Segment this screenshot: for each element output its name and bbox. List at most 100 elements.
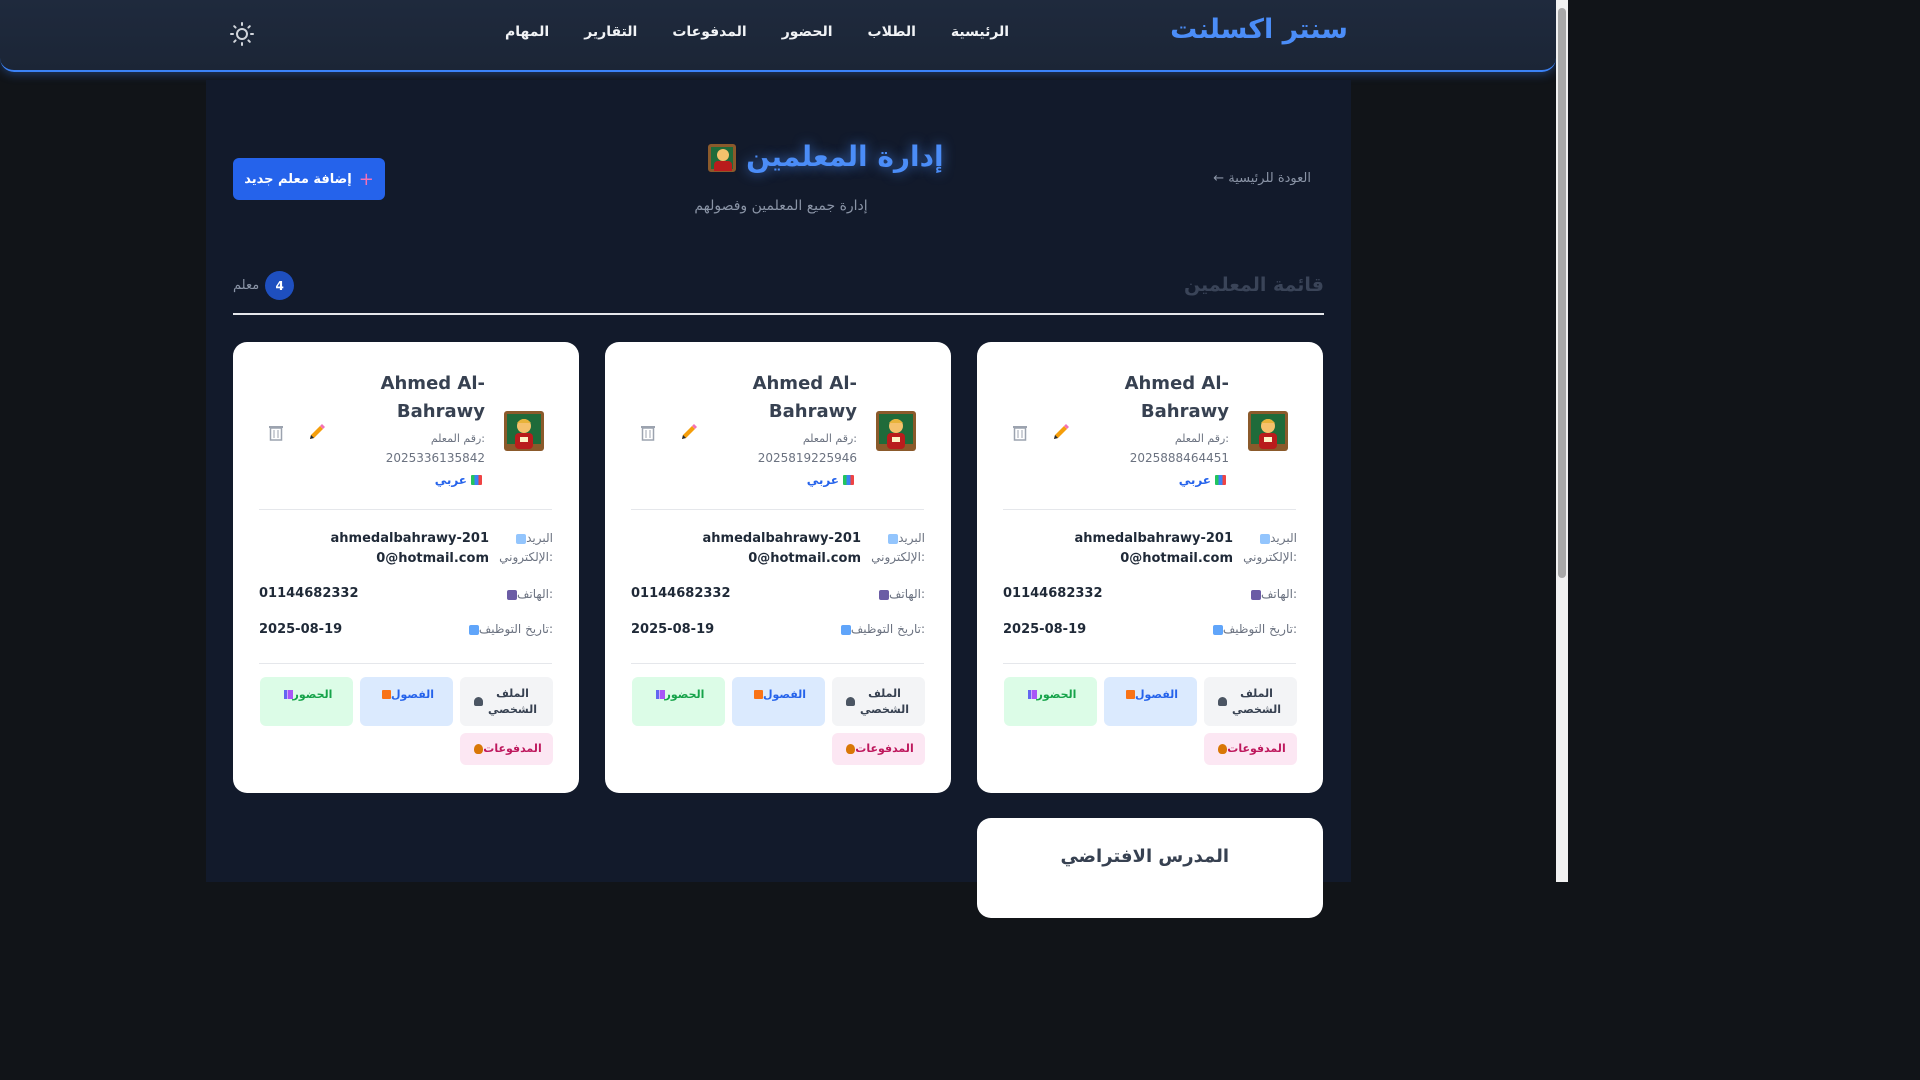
nav-students[interactable]: الطلاب bbox=[868, 24, 916, 40]
nav-tasks[interactable]: المهام bbox=[505, 24, 549, 40]
teacher-card: Ahmed Al-Bahrawy رقم المعلم: 20258884644… bbox=[977, 342, 1323, 793]
card-divider bbox=[631, 663, 924, 664]
hire-date-label: تاريخ التوظيف: bbox=[465, 620, 553, 639]
teacher-icon bbox=[708, 144, 737, 172]
nav-attendance[interactable]: الحضور bbox=[782, 24, 833, 40]
chart-icon bbox=[283, 690, 293, 699]
scrollbar-thumb[interactable] bbox=[1558, 8, 1566, 578]
card-divider bbox=[259, 663, 552, 664]
payments-button[interactable]: المدفوعات bbox=[832, 733, 925, 765]
brand-logo[interactable]: سنتر اكسلنت bbox=[1170, 14, 1348, 45]
attendance-button[interactable]: الحضور bbox=[260, 677, 353, 726]
teacher-number-label: رقم المعلم: bbox=[430, 432, 485, 445]
edit-pencil-icon[interactable] bbox=[307, 422, 327, 442]
chart-icon bbox=[1027, 690, 1037, 699]
email-label: البريد الإلكتروني: bbox=[1243, 531, 1297, 564]
card-divider bbox=[1003, 509, 1296, 510]
subject-badge: عربي bbox=[807, 473, 854, 487]
school-icon bbox=[1125, 690, 1135, 699]
count-label: معلم bbox=[233, 278, 260, 293]
teacher-phone: 01144682332 bbox=[259, 586, 359, 601]
subject-badge: عربي bbox=[1179, 473, 1226, 487]
subject-label: عربي bbox=[806, 473, 839, 487]
teacher-number: 2025336135842 bbox=[385, 451, 485, 465]
page-title: إدارة المعلمين bbox=[686, 140, 966, 173]
phone-icon bbox=[507, 589, 517, 600]
subject-label: عربي bbox=[1178, 473, 1211, 487]
sun-icon[interactable] bbox=[230, 22, 254, 46]
edit-pencil-icon[interactable] bbox=[1051, 422, 1071, 442]
teacher-avatar-icon bbox=[876, 411, 916, 451]
nav-payments[interactable]: المدفوعات bbox=[672, 24, 746, 40]
email-icon bbox=[516, 533, 527, 544]
email-icon bbox=[1260, 533, 1271, 544]
calendar-icon bbox=[840, 624, 851, 635]
payments-button[interactable]: المدفوعات bbox=[460, 733, 553, 765]
payments-button[interactable]: المدفوعات bbox=[1204, 733, 1297, 765]
books-icon bbox=[843, 475, 854, 485]
teacher-hire-date: 2025-08-19 bbox=[259, 622, 343, 637]
add-teacher-label: إضافة معلم جديد bbox=[244, 171, 352, 187]
nav-reports[interactable]: التقارير bbox=[584, 24, 637, 40]
teacher-name: المدرس الافتراضي bbox=[1060, 846, 1229, 867]
trash-icon[interactable] bbox=[638, 422, 658, 442]
teacher-email: ahmedalbahrawy-2010@hotmail.com bbox=[702, 531, 861, 566]
back-home-link[interactable]: ← العودة للرئيسية bbox=[1213, 171, 1311, 186]
attendance-button[interactable]: الحضور bbox=[632, 677, 725, 726]
edit-pencil-icon[interactable] bbox=[679, 422, 699, 442]
email-label: البريد الإلكتروني: bbox=[871, 531, 925, 564]
classes-button[interactable]: الفصول bbox=[1104, 677, 1197, 726]
hire-date-label: تاريخ التوظيف: bbox=[1209, 620, 1297, 639]
money-bag-icon bbox=[1218, 744, 1228, 754]
user-icon bbox=[473, 697, 483, 706]
trash-icon[interactable] bbox=[266, 422, 286, 442]
profile-button[interactable]: الملف الشخصي bbox=[832, 677, 925, 726]
profile-button[interactable]: الملف الشخصي bbox=[460, 677, 553, 726]
main-nav: الرئيسية الطلاب الحضور المدفوعات التقاري… bbox=[505, 24, 1009, 40]
teachers-list-header: قائمة المعلمين معلم 4 bbox=[233, 270, 1324, 315]
profile-button[interactable]: الملف الشخصي bbox=[1204, 677, 1297, 726]
phone-label: الهاتف: bbox=[503, 585, 553, 604]
card-divider bbox=[1003, 663, 1296, 664]
card-divider bbox=[631, 509, 924, 510]
chart-icon bbox=[655, 690, 665, 699]
teacher-phone: 01144682332 bbox=[1003, 586, 1103, 601]
nav-home[interactable]: الرئيسية bbox=[951, 24, 1009, 40]
email-icon bbox=[888, 533, 899, 544]
user-icon bbox=[845, 697, 855, 706]
teacher-phone: 01144682332 bbox=[631, 586, 731, 601]
teacher-number: 2025888464451 bbox=[1129, 451, 1229, 465]
add-teacher-button[interactable]: إضافة معلم جديد + bbox=[233, 158, 385, 200]
email-label: البريد الإلكتروني: bbox=[499, 531, 553, 564]
page-title-text: إدارة المعلمين bbox=[746, 140, 944, 173]
classes-button[interactable]: الفصول bbox=[360, 677, 453, 726]
teacher-avatar-icon bbox=[504, 411, 544, 451]
phone-label: الهاتف: bbox=[875, 585, 925, 604]
plus-icon: + bbox=[358, 168, 374, 190]
teacher-count: معلم 4 bbox=[233, 271, 295, 300]
teacher-number: 2025819225946 bbox=[757, 451, 857, 465]
phone-label: الهاتف: bbox=[1247, 585, 1297, 604]
school-icon bbox=[753, 690, 763, 699]
calendar-icon bbox=[1212, 624, 1223, 635]
attendance-button[interactable]: الحضور bbox=[1004, 677, 1097, 726]
books-icon bbox=[471, 475, 482, 485]
money-bag-icon bbox=[846, 744, 856, 754]
page-scrollbar[interactable] bbox=[1556, 0, 1568, 882]
phone-icon bbox=[1251, 589, 1261, 600]
classes-button[interactable]: الفصول bbox=[732, 677, 825, 726]
teacher-email: ahmedalbahrawy-2010@hotmail.com bbox=[1074, 531, 1233, 566]
page-subtitle: إدارة جميع المعلمين وفصولهم bbox=[694, 198, 868, 214]
teacher-email: ahmedalbahrawy-2010@hotmail.com bbox=[330, 531, 489, 566]
trash-icon[interactable] bbox=[1010, 422, 1030, 442]
teacher-name: Ahmed Al-Bahrawy bbox=[380, 373, 485, 422]
card-divider bbox=[259, 509, 552, 510]
count-badge: 4 bbox=[265, 271, 295, 300]
user-icon bbox=[1217, 697, 1227, 706]
phone-icon bbox=[879, 589, 889, 600]
teacher-card-partial: المدرس الافتراضي bbox=[977, 818, 1323, 918]
teacher-avatar-icon bbox=[1248, 411, 1288, 451]
teacher-card: Ahmed Al-Bahrawy رقم المعلم: 20253361358… bbox=[233, 342, 579, 793]
subject-label: عربي bbox=[434, 473, 467, 487]
subject-badge: عربي bbox=[435, 473, 482, 487]
